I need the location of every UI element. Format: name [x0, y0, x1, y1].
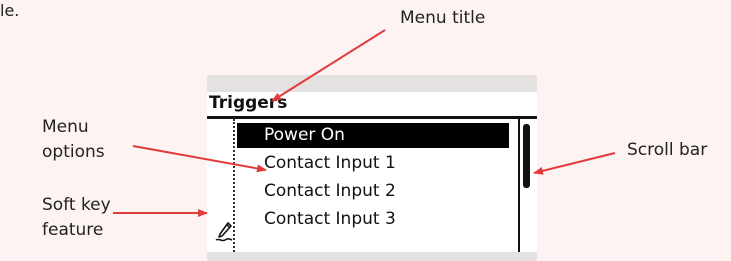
title-divider — [207, 116, 537, 119]
menu-option-contact-input-3[interactable]: Contact Input 3 — [237, 207, 509, 232]
menu-option-power-on[interactable]: Power On — [237, 123, 509, 148]
scroll-bar-track[interactable] — [518, 119, 520, 252]
menu-title: Triggers — [209, 93, 288, 113]
callout-soft-key-line-2: feature — [42, 220, 104, 240]
softkey-dotted-divider — [233, 119, 235, 252]
device-screen: Triggers Power On Contact Input 1 Contac… — [207, 75, 537, 261]
callout-soft-key-line-1: Soft key — [42, 195, 111, 215]
scroll-bar-thumb[interactable] — [523, 124, 530, 188]
callout-soft-key-feature: Soft key feature — [42, 193, 111, 243]
callout-menu-options-line-1: Menu — [42, 117, 89, 137]
menu-option-contact-input-1[interactable]: Contact Input 1 — [237, 151, 509, 176]
pencil-icon[interactable] — [215, 221, 233, 243]
callout-scroll-bar: Scroll bar — [627, 140, 708, 160]
page-text-fragment: le. — [0, 1, 20, 20]
callout-menu-options: Menu options — [42, 115, 105, 165]
arrow-scroll-bar — [533, 152, 616, 175]
menu-options-list: Power On Contact Input 1 Contact Input 2… — [237, 123, 522, 235]
menu-option-contact-input-2[interactable]: Contact Input 2 — [237, 179, 509, 204]
callout-menu-options-line-2: options — [42, 142, 105, 162]
callout-menu-title: Menu title — [400, 8, 486, 28]
screen-top-bar — [207, 75, 537, 92]
screen-bottom-bar — [207, 252, 537, 261]
